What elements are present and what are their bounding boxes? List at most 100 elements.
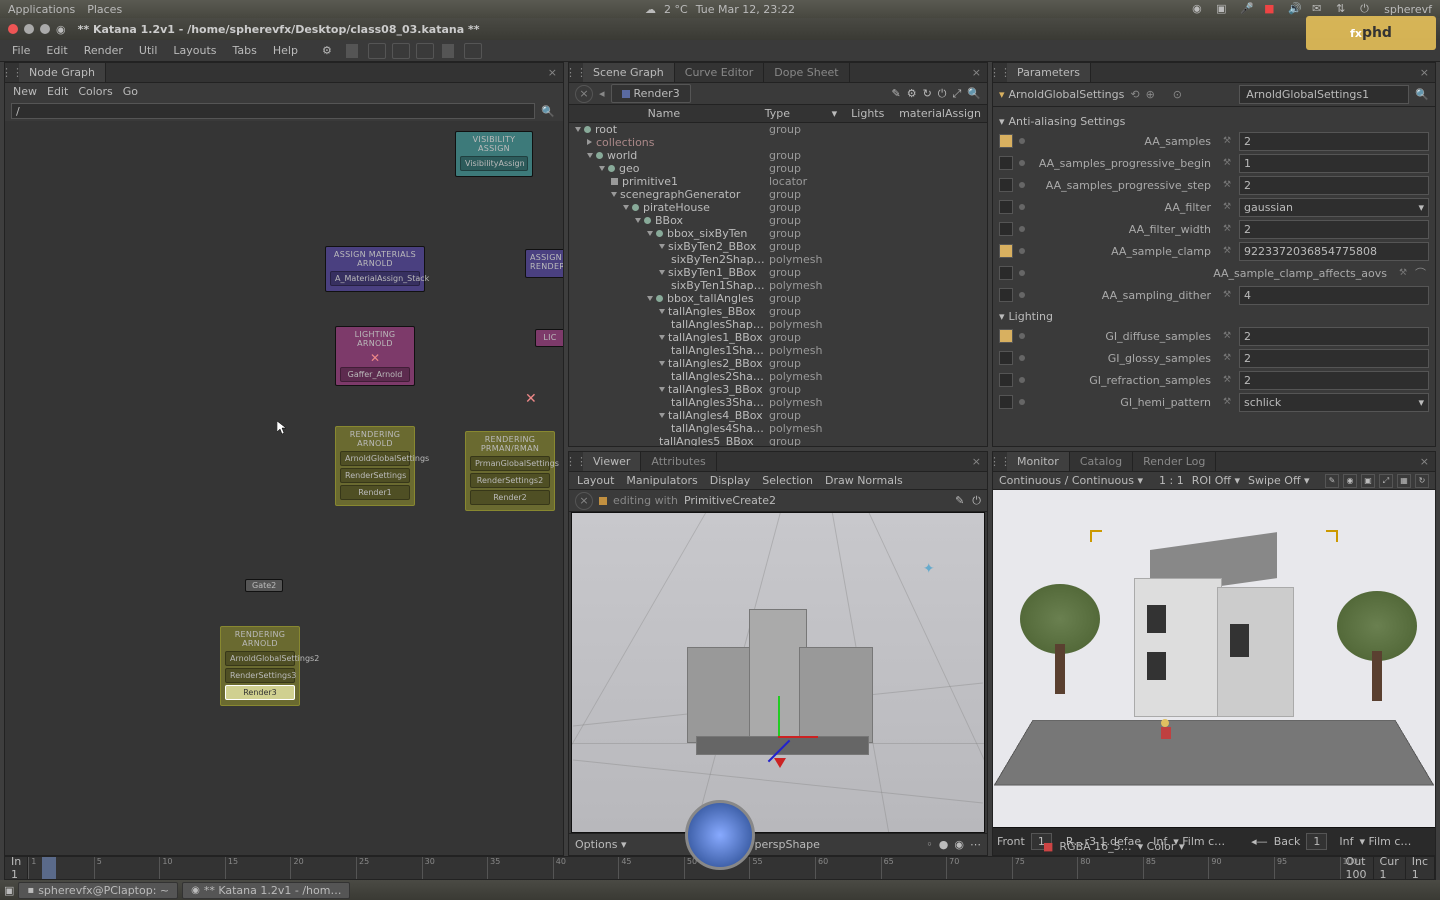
edit-icon[interactable]: ✎ xyxy=(891,87,900,101)
power-icon[interactable]: ⏻ xyxy=(1360,2,1374,16)
node-lighting-arnold[interactable]: LIGHTING ARNOLD ✕ Gaffer_Arnold xyxy=(335,326,415,386)
wrench-icon[interactable]: ⚒ xyxy=(1223,375,1233,385)
param-enable-checkbox[interactable] xyxy=(999,373,1013,387)
scenegraph-row[interactable]: pirateHousegroup xyxy=(569,201,987,214)
node-assign-materials[interactable]: ASSIGN MATERIALS ARNOLD A_MaterialAssign… xyxy=(325,246,425,292)
clear-button[interactable]: × xyxy=(575,492,593,510)
param-enable-checkbox[interactable] xyxy=(999,178,1013,192)
menu-layouts[interactable]: Layouts xyxy=(167,42,222,59)
tool-button[interactable] xyxy=(416,43,434,59)
monitor-ratio[interactable]: 1 : 1 xyxy=(1159,474,1184,487)
history-icon[interactable]: ⟲ xyxy=(1130,88,1139,101)
monitor-tool-icon[interactable]: ✎ xyxy=(1325,474,1339,488)
viewer-menu-selection[interactable]: Selection xyxy=(762,474,813,487)
tab-render-log[interactable]: Render Log xyxy=(1133,452,1216,471)
node-rendering-arnold-1[interactable]: RENDERING ARNOLD ArnoldGlobalSettings Re… xyxy=(335,426,415,506)
wrench-icon[interactable]: ⚒ xyxy=(1223,397,1233,407)
ng-menu-go[interactable]: Go xyxy=(123,85,138,99)
node-assign-render[interactable]: ASSIGN RENDER xyxy=(525,249,563,278)
expand-toggle-icon[interactable] xyxy=(611,192,617,198)
col-lights[interactable]: Lights xyxy=(845,105,893,122)
timeline-playhead[interactable] xyxy=(42,857,56,879)
tab-dope-sheet[interactable]: Dope Sheet xyxy=(764,63,849,82)
viewport-3d[interactable]: ✦ xyxy=(571,512,985,833)
volume-icon[interactable]: 🔊 xyxy=(1288,2,1302,16)
back-value[interactable]: 1 xyxy=(1306,833,1327,850)
param-node-field[interactable]: ArnoldGlobalSettings1 xyxy=(1239,85,1409,104)
menu-help[interactable]: Help xyxy=(267,42,304,59)
node-visibility-assign[interactable]: VISIBILITY ASSIGN VisibilityAssign xyxy=(455,131,533,177)
panel-close-icon[interactable]: × xyxy=(966,455,987,468)
param-input[interactable]: 4 xyxy=(1239,286,1429,305)
node-rendering-arnold-2[interactable]: RENDERING ARNOLD ArnoldGlobalSettings2 R… xyxy=(220,626,300,706)
scenegraph-row[interactable]: bbox_tallAnglesgroup xyxy=(569,292,987,305)
monitor-tool-icon[interactable]: ↻ xyxy=(1415,474,1429,488)
app-icon[interactable]: ◉ xyxy=(1192,2,1206,16)
monitor-tool-icon[interactable]: ▣ xyxy=(1361,474,1375,488)
param-enable-checkbox[interactable] xyxy=(999,288,1013,302)
brush-icon[interactable]: ✎ xyxy=(955,494,964,508)
viewer-menu-manipulators[interactable]: Manipulators xyxy=(626,474,697,487)
menu-tabs[interactable]: Tabs xyxy=(227,42,263,59)
node-rendering-prman[interactable]: RENDERING PRMAN/RMAN PrmanGlobalSettings… xyxy=(465,431,555,511)
panel-grip-icon[interactable]: ⋮⋮ xyxy=(993,66,1007,79)
col-name[interactable]: Name xyxy=(569,105,759,122)
film-dropdown[interactable]: ▾ Film c… xyxy=(1360,835,1412,848)
param-enable-checkbox[interactable] xyxy=(999,329,1013,343)
param-input[interactable]: 2 xyxy=(1239,349,1429,368)
expand-toggle-icon[interactable] xyxy=(659,270,665,276)
tab-catalog[interactable]: Catalog xyxy=(1070,452,1133,471)
network-icon[interactable]: ⇅ xyxy=(1336,2,1350,16)
panel-grip-icon[interactable]: ⋮⋮ xyxy=(993,455,1007,468)
col-type[interactable]: Type xyxy=(759,105,826,122)
expand-toggle-icon[interactable] xyxy=(575,127,581,133)
scenegraph-row[interactable]: tallAngles_BBoxgroup xyxy=(569,305,987,318)
viewer-menu-normals[interactable]: Draw Normals xyxy=(825,474,903,487)
param-input[interactable]: 9223372036854775808 xyxy=(1239,242,1429,261)
gear-icon[interactable]: ⊙ xyxy=(1173,88,1182,101)
scenegraph-row[interactable]: scenegraphGeneratorgroup xyxy=(569,188,987,201)
taskbar-terminal[interactable]: ▪ spherevfx@PClaptop: ~ xyxy=(18,882,178,899)
render-button[interactable] xyxy=(464,43,482,59)
expand-icon[interactable]: ⤢ xyxy=(952,87,961,101)
viewer-menu-layout[interactable]: Layout xyxy=(577,474,614,487)
col-material[interactable]: materialAssign xyxy=(893,105,987,122)
expand-toggle-icon[interactable] xyxy=(659,335,665,341)
panel-close-icon[interactable]: × xyxy=(542,66,563,79)
monitor-tool-icon[interactable]: ▦ xyxy=(1397,474,1411,488)
scenegraph-row[interactable]: sixByTen1Shap…polymesh xyxy=(569,279,987,292)
monitor-viewport[interactable] xyxy=(993,490,1435,827)
wrench-icon[interactable]: ⚒ xyxy=(1223,246,1233,256)
scenegraph-row[interactable]: bbox_sixByTengroup xyxy=(569,227,987,240)
maximize-icon[interactable] xyxy=(40,24,50,34)
expand-toggle-icon[interactable] xyxy=(647,231,653,237)
param-breadcrumb[interactable]: ▾ ArnoldGlobalSettings xyxy=(999,88,1124,101)
tab-scenegraph[interactable]: Scene Graph xyxy=(583,63,675,82)
expand-toggle-icon[interactable] xyxy=(659,361,665,367)
wrench-icon[interactable]: ⚒ xyxy=(1223,136,1233,146)
wrench-icon[interactable]: ⚒ xyxy=(1399,268,1409,278)
scenegraph-row[interactable]: tallAngles2_BBoxgroup xyxy=(569,357,987,370)
menu-render[interactable]: Render xyxy=(78,42,129,59)
gear-icon[interactable]: ⚙ xyxy=(316,42,338,59)
param-input[interactable]: 2 xyxy=(1239,327,1429,346)
close-icon[interactable] xyxy=(8,24,18,34)
scenegraph-tree[interactable]: rootgroupcollectionsworldgroupgeogrouppr… xyxy=(569,123,987,446)
param-dropdown[interactable]: schlick▾ xyxy=(1239,393,1429,412)
minimize-icon[interactable] xyxy=(24,24,34,34)
tab-nodegraph[interactable]: Node Graph xyxy=(19,63,106,82)
param-enable-checkbox[interactable] xyxy=(999,244,1013,258)
places-menu[interactable]: Places xyxy=(87,3,122,16)
power-icon[interactable]: ⏻ xyxy=(938,87,947,101)
monitor-roi-dropdown[interactable]: ROI Off ▾ xyxy=(1192,474,1240,487)
tab-attributes[interactable]: Attributes xyxy=(641,452,716,471)
scenegraph-row[interactable]: tallAngles4Sha…polymesh xyxy=(569,422,987,435)
section-lighting[interactable]: ▾Lighting xyxy=(999,306,1429,325)
terminal-icon[interactable]: ▣ xyxy=(1216,2,1230,16)
monitor-tool-icon[interactable]: ⤢ xyxy=(1379,474,1393,488)
record-icon[interactable]: ■ xyxy=(1264,2,1278,16)
param-enable-checkbox[interactable] xyxy=(999,266,1013,280)
col-vis[interactable]: ▾ xyxy=(826,105,846,122)
wrench-icon[interactable]: ⚒ xyxy=(1223,180,1233,190)
viewer-menu-display[interactable]: Display xyxy=(710,474,751,487)
